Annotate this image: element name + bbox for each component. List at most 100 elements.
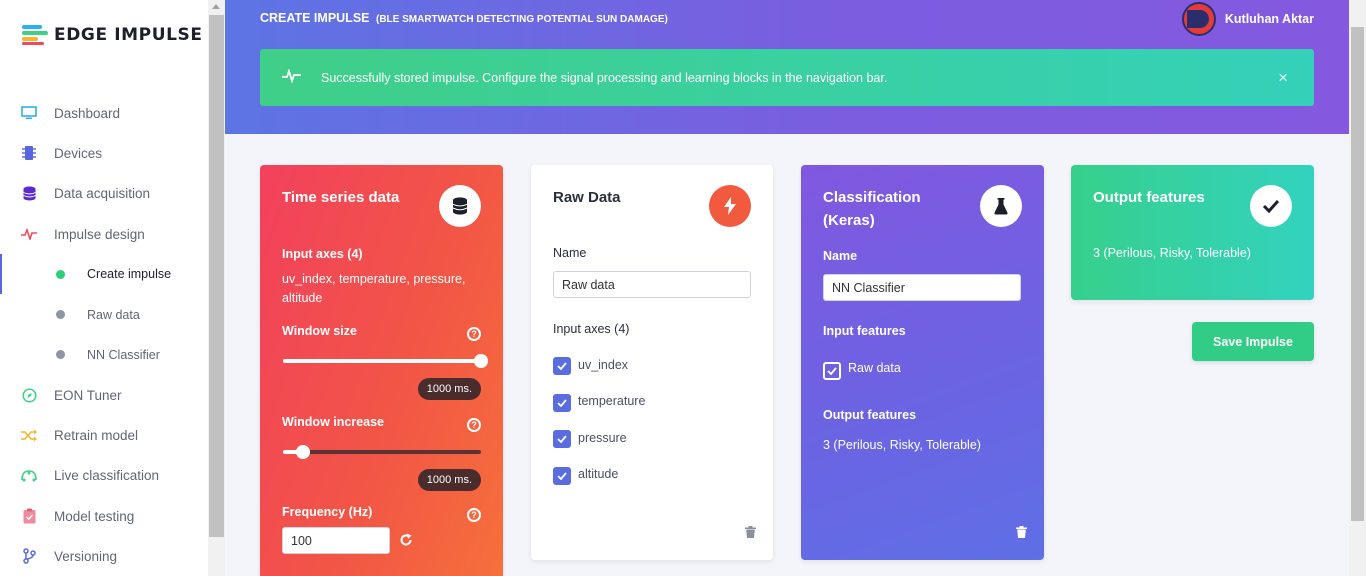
monitor-icon <box>21 105 37 121</box>
flask-icon <box>980 185 1022 227</box>
name-label: Name <box>553 246 587 260</box>
refresh-icon[interactable] <box>399 533 413 552</box>
sidebar-item-label: Dashboard <box>54 105 121 121</box>
card-title: Output features <box>1093 189 1205 206</box>
chip-icon <box>21 145 37 161</box>
help-icon[interactable]: ? <box>467 327 481 341</box>
success-banner: Successfully stored impulse. Configure t… <box>260 49 1314 106</box>
sidebar-item-create-impulse[interactable]: Create impulse <box>0 254 208 295</box>
sidebar-scrollbar-thumb[interactable] <box>209 15 224 537</box>
checkmark-icon <box>557 472 567 480</box>
live-icon <box>21 468 37 484</box>
page-title-text: CREATE IMPULSE <box>260 11 370 25</box>
slider-handle[interactable] <box>474 354 488 368</box>
input-axes-value: uv_index, temperature, pressure, altitud… <box>282 272 466 305</box>
sidebar-item-live-classification[interactable]: Live classification <box>0 456 208 496</box>
axis-checkbox-temperature[interactable] <box>553 394 571 412</box>
raw-data-name-input[interactable]: Raw data <box>553 271 751 298</box>
axis-checkbox-uv-index[interactable] <box>553 357 571 375</box>
sidebar-item-retrain-model[interactable]: Retrain model <box>0 415 208 455</box>
sidebar-nav: Dashboard Devices Data acquisition Impul… <box>0 93 208 576</box>
axis-label: uv_index <box>578 358 629 372</box>
page-scrollbar[interactable] <box>1349 0 1366 576</box>
sidebar-item-label: Live classification <box>54 468 160 484</box>
status-dot <box>56 310 65 320</box>
shuffle-icon <box>21 428 37 444</box>
frequency-label: Frequency (Hz) <box>282 505 373 519</box>
sidebar-item-data-acquisition[interactable]: Data acquisition <box>0 174 208 214</box>
database-icon <box>439 185 481 227</box>
trash-icon[interactable] <box>745 525 756 543</box>
window-increase-value: 1000 ms. <box>417 469 481 491</box>
checkmark-icon <box>1250 185 1292 227</box>
axis-label: temperature <box>578 394 646 408</box>
sidebar-item-dashboard[interactable]: Dashboard <box>0 93 208 133</box>
slider-fill <box>283 359 481 363</box>
window-size-slider[interactable] <box>283 354 488 368</box>
checkmark-icon <box>557 399 567 407</box>
pulse-icon <box>282 68 301 86</box>
input-axes-label: Input axes (4) <box>553 322 630 336</box>
logo[interactable]: EDGE IMPULSE <box>22 25 203 45</box>
axis-label: altitude <box>578 467 619 481</box>
sidebar-scrollbar[interactable] <box>208 0 225 576</box>
sidebar-item-label: Data acquisition <box>54 186 151 202</box>
feature-label: Raw data <box>848 361 901 375</box>
frequency-input[interactable]: 100 <box>282 527 390 554</box>
feature-checkbox-raw-data[interactable] <box>823 362 841 380</box>
status-dot <box>56 350 65 360</box>
sidebar: EDGE IMPULSE Dashboard Devices Data acqu… <box>0 0 208 576</box>
window-increase-slider[interactable] <box>283 445 481 459</box>
save-impulse-button[interactable]: Save Impulse <box>1192 322 1314 361</box>
page-header: CREATE IMPULSE (BLE SMARTWATCH DETECTING… <box>225 0 1349 134</box>
sidebar-item-impulse-design[interactable]: Impulse design <box>0 214 208 254</box>
avatar <box>1181 2 1216 36</box>
sidebar-item-eon-tuner[interactable]: EON Tuner <box>0 375 208 415</box>
card-title: Time series data <box>282 189 400 206</box>
sidebar-item-label: Model testing <box>54 508 135 524</box>
classification-card: Classification (Keras) Name NN Classifie… <box>801 165 1044 560</box>
page-scrollbar-thumb[interactable] <box>1351 27 1364 521</box>
help-icon[interactable]: ? <box>467 508 481 522</box>
scroll-up-arrow-icon[interactable] <box>212 4 220 9</box>
axis-checkbox-pressure[interactable] <box>553 430 571 448</box>
banner-message: Successfully stored impulse. Configure t… <box>321 70 888 85</box>
branch-icon <box>21 548 37 565</box>
slider-handle[interactable] <box>295 445 310 459</box>
sidebar-item-label: Impulse design <box>54 226 145 242</box>
help-icon[interactable]: ? <box>467 418 481 432</box>
sidebar-item-nn-classifier[interactable]: NN Classifier <box>0 335 208 375</box>
output-features-value: 3 (Perilous, Risky, Tolerable) <box>1093 246 1251 260</box>
sidebar-item-model-testing[interactable]: Model testing <box>0 496 208 536</box>
sidebar-item-devices[interactable]: Devices <box>0 133 208 173</box>
sidebar-item-label: Devices <box>54 145 103 161</box>
output-features-value: 3 (Perilous, Risky, Tolerable) <box>823 438 981 452</box>
trash-icon[interactable] <box>1016 525 1027 543</box>
input-axes-label: Input axes (4) <box>282 247 363 261</box>
pulse-icon <box>21 226 37 242</box>
axis-label: pressure <box>578 431 627 445</box>
name-label: Name <box>823 249 858 263</box>
sidebar-item-label: Retrain model <box>54 428 139 444</box>
window-size-label: Window size <box>282 324 357 338</box>
classifier-name-input[interactable]: NN Classifier <box>823 274 1021 301</box>
card-title-line: Classification <box>823 189 921 206</box>
card-title: Classification (Keras) <box>823 186 921 232</box>
raw-data-card: Raw Data Name Raw data Input axes (4) uv… <box>531 165 773 560</box>
window-increase-label: Window increase <box>282 415 384 429</box>
card-title-line: (Keras) <box>823 212 875 229</box>
compass-icon <box>21 387 37 403</box>
time-series-card: Time series data Input axes (4) uv_index… <box>260 165 503 576</box>
page-title: CREATE IMPULSE (BLE SMARTWATCH DETECTING… <box>260 11 668 25</box>
database-icon <box>21 186 37 202</box>
sidebar-item-raw-data[interactable]: Raw data <box>0 294 208 334</box>
sidebar-item-label: EON Tuner <box>54 387 122 403</box>
bolt-icon <box>709 185 751 227</box>
user-menu[interactable]: Kutluhan Aktar <box>1181 2 1314 36</box>
close-icon[interactable]: × <box>1278 68 1288 88</box>
sidebar-item-versioning[interactable]: Versioning <box>0 536 208 576</box>
logo-text: EDGE IMPULSE <box>54 25 203 45</box>
sidebar-item-label: Create impulse <box>87 267 172 282</box>
sidebar-item-label: Versioning <box>54 548 118 564</box>
axis-checkbox-altitude[interactable] <box>553 467 571 485</box>
